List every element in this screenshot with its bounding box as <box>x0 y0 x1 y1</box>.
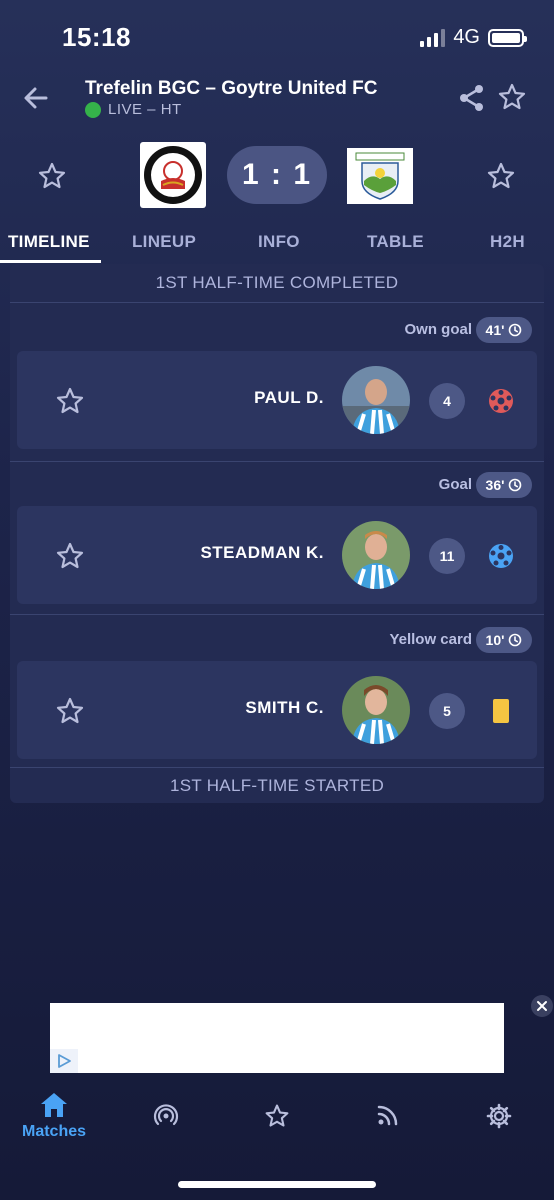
divider <box>10 461 544 462</box>
minute-badge: 10' <box>476 627 532 653</box>
close-icon <box>537 1001 547 1011</box>
favorite-event-star-icon[interactable] <box>55 386 85 416</box>
signal-icon <box>420 28 446 47</box>
home-icon <box>41 1093 68 1117</box>
match-header: Trefelin BGC – Goytre United FC LIVE – H… <box>0 70 554 130</box>
rss-icon <box>377 1105 398 1126</box>
clock-icon <box>509 323 522 337</box>
live-indicator-dot <box>85 101 101 118</box>
event-card[interactable]: PAUL D. 4 <box>17 351 537 449</box>
live-broadcast-icon <box>153 1104 179 1126</box>
favorite-event-star-icon[interactable] <box>55 541 85 571</box>
home-team-crest[interactable] <box>140 142 206 208</box>
player-avatar <box>342 676 410 744</box>
tab-table[interactable]: TABLE <box>367 232 424 252</box>
tab-lineup[interactable]: LINEUP <box>132 232 196 252</box>
nav-matches[interactable]: Matches <box>22 1091 86 1141</box>
section-header-ht-completed: 1ST HALF-TIME COMPLETED <box>155 273 399 292</box>
favorite-event-star-icon[interactable] <box>55 696 85 726</box>
status-time: 15:18 <box>62 22 131 52</box>
event-card[interactable]: SMITH C. 5 <box>17 661 537 759</box>
away-team-crest[interactable] <box>347 148 413 204</box>
nav-live[interactable] <box>153 1103 179 1129</box>
match-title: Trefelin BGC – Goytre United FC <box>85 78 378 99</box>
match-tabs: TIMELINE LINEUP INFO TABLE H2H <box>0 222 554 264</box>
nav-matches-label: Matches <box>22 1123 87 1140</box>
bottom-navigation: Matches <box>0 1085 554 1155</box>
battery-icon <box>488 28 527 47</box>
live-status: LIVE – HT <box>85 101 182 118</box>
ad-close-button[interactable] <box>531 995 553 1017</box>
player-name: SMITH C. <box>245 698 324 717</box>
score-area: 1 : 1 <box>0 130 554 222</box>
minute-text: 41' <box>485 322 505 338</box>
own-goal-ball-icon <box>489 389 513 413</box>
section-header-ht-started: 1ST HALF-TIME STARTED <box>169 776 385 795</box>
yellow-card-icon <box>493 699 509 723</box>
event-type-label: Own goal <box>404 321 473 338</box>
nav-news[interactable] <box>376 1103 400 1127</box>
player-avatar <box>342 521 410 589</box>
event-type-label: Goal <box>438 476 472 493</box>
ad-choices-icon[interactable] <box>50 1049 78 1073</box>
player-avatar <box>342 366 410 434</box>
home-indicator <box>178 1181 376 1188</box>
nav-favorites[interactable] <box>264 1103 290 1129</box>
minute-badge: 36' <box>476 472 532 498</box>
gear-icon <box>486 1103 512 1129</box>
favorite-home-team-star-icon[interactable] <box>37 161 67 191</box>
status-bar: 15:18 4G <box>0 0 554 70</box>
minute-text: 36' <box>485 477 505 493</box>
divider <box>10 614 544 615</box>
status-indicators: 4G <box>420 26 527 49</box>
active-tab-indicator <box>0 260 101 263</box>
live-status-text: LIVE – HT <box>108 101 182 118</box>
tab-h2h[interactable]: H2H <box>490 232 525 252</box>
back-arrow-icon[interactable] <box>20 82 52 114</box>
shirt-number-badge: 5 <box>429 693 465 729</box>
away-crest-logo-icon <box>355 152 405 200</box>
score-display: 1 : 1 <box>227 146 327 204</box>
minute-text: 10' <box>485 632 505 648</box>
clock-icon <box>509 478 522 492</box>
player-name: STEADMAN K. <box>200 543 324 562</box>
clock-icon <box>509 633 522 647</box>
network-type: 4G <box>453 26 480 48</box>
shirt-number-badge: 11 <box>429 538 465 574</box>
home-crest-logo-icon <box>144 146 202 204</box>
tab-timeline[interactable]: TIMELINE <box>8 232 90 252</box>
timeline-panel: 1ST HALF-TIME COMPLETED Own goal 41' PAU… <box>10 264 544 803</box>
favorite-away-team-star-icon[interactable] <box>486 161 516 191</box>
divider <box>10 302 544 303</box>
minute-badge: 41' <box>476 317 532 343</box>
tab-info[interactable]: INFO <box>258 232 300 252</box>
event-type-label: Yellow card <box>389 631 472 648</box>
nav-settings[interactable] <box>486 1103 512 1129</box>
favorite-match-star-icon[interactable] <box>497 82 527 112</box>
player-name: PAUL D. <box>254 388 324 407</box>
share-icon[interactable] <box>458 84 486 112</box>
ad-banner[interactable] <box>50 1003 504 1073</box>
star-icon <box>265 1104 289 1127</box>
shirt-number-badge: 4 <box>429 383 465 419</box>
goal-ball-icon <box>489 544 513 568</box>
event-card[interactable]: STEADMAN K. 11 <box>17 506 537 604</box>
